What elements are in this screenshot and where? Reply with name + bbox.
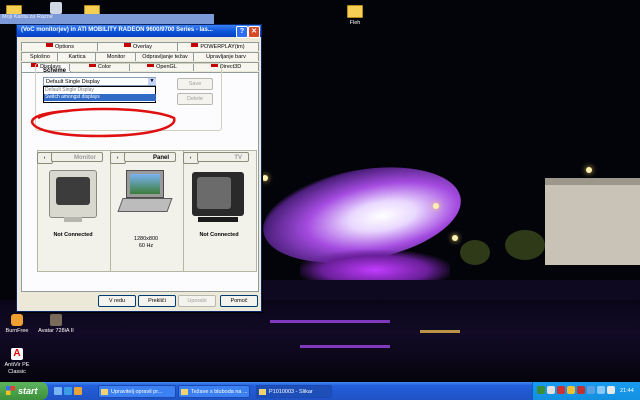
wallpaper-tree [460, 240, 490, 265]
tab-kartica[interactable]: Kartica [57, 52, 97, 61]
crt-monitor-icon [49, 170, 97, 222]
tray-ati-icon[interactable] [577, 386, 585, 394]
taskbar-task-manager[interactable]: Upravitelj opravil pr... [98, 385, 176, 398]
wallpaper-lamp [262, 175, 268, 181]
crt-screen [56, 177, 90, 205]
close-button[interactable]: ✕ [248, 26, 260, 38]
tab-powerplay[interactable]: POWERPLAY(tm) [177, 42, 259, 51]
delete-scheme-button[interactable]: Delete [177, 93, 213, 105]
tray-power-icon[interactable] [567, 386, 575, 394]
taskbar-paint[interactable]: P1010003 - Slikar [256, 385, 332, 398]
ati-icon [191, 43, 199, 47]
burnfree-icon [11, 314, 23, 326]
tv-screen [197, 177, 231, 209]
wallpaper-water [0, 300, 640, 382]
recycle-bin-icon [50, 2, 62, 14]
tv-base [198, 217, 238, 222]
ati-icon [46, 43, 54, 47]
tray-antivir-icon[interactable] [557, 386, 565, 394]
start-button[interactable]: start [0, 382, 48, 400]
monitor-device-button[interactable]: Monitor [51, 152, 103, 162]
windows-logo-icon [6, 386, 15, 395]
scheme-option-default[interactable]: Default Single Display [44, 87, 156, 93]
dialog-title: (VoC monitorjev) in ATI MOBILITY RADEON … [21, 27, 213, 33]
save-scheme-button[interactable]: Save [177, 78, 213, 90]
taskbar-clock[interactable]: 21:44 [620, 386, 634, 396]
background-window-title: Moji Kanta za Razne [2, 14, 53, 20]
tv-status: Not Connected [199, 232, 239, 238]
wallpaper-tree [505, 230, 545, 260]
wallpaper-lamp [452, 235, 458, 241]
desktop-icon-label: AntiVir PE Classic [4, 362, 30, 375]
tab-monitor[interactable]: Monitor [95, 52, 137, 61]
tray-network-icon[interactable] [537, 386, 545, 394]
tab-splosno[interactable]: Splošno [21, 52, 59, 61]
desktop-icon-label: BurnFree [5, 328, 29, 334]
help-button[interactable]: Pomoč [220, 295, 258, 307]
tray-volume-icon[interactable] [547, 386, 555, 394]
taskbar-browser[interactable]: Težave s bluboda na ... [178, 385, 250, 398]
laptop-icon [126, 170, 164, 198]
task-manager-icon [101, 389, 108, 395]
folder-icon [347, 5, 363, 18]
antivir-icon: A [11, 348, 23, 360]
ok-button[interactable]: V redu [98, 295, 136, 307]
crt-base [64, 217, 82, 222]
chevron-down-icon[interactable]: ▼ [148, 78, 156, 85]
wallpaper-lamp [586, 167, 592, 173]
desktop-icon-burnfree[interactable]: BurnFree [0, 314, 37, 335]
desktop-icon-label: Avatar 728iA II [38, 328, 74, 334]
tray-wireless-icon[interactable] [597, 386, 605, 394]
ati-icon [124, 43, 132, 47]
apply-button[interactable]: Uporabi [178, 295, 216, 307]
wallpaper-lamp [433, 203, 439, 209]
wallpaper-reflection [300, 345, 390, 348]
tv-icon [192, 172, 244, 216]
tab-troubleshoot[interactable]: Odpravljanje težav [135, 52, 195, 61]
tab-overlay[interactable]: Overlay [97, 42, 179, 51]
desktop-icon-label: Fleh [349, 20, 361, 26]
wallpaper-building [545, 185, 640, 265]
laptop-base [117, 198, 173, 212]
paint-icon [259, 389, 266, 395]
avatar-app-icon [50, 314, 62, 326]
help-title-button[interactable]: ? [236, 26, 248, 38]
scheme-select[interactable]: Default Single Display [43, 77, 156, 86]
panel-resolution-info: 1280x800 60 Hz [133, 236, 159, 249]
wallpaper-reflection [270, 320, 390, 323]
desktop-icon-antivir[interactable]: A AntiVir PE Classic [0, 348, 37, 376]
tv-device-button[interactable]: TV [197, 152, 249, 162]
cancel-button[interactable]: Prekliči [138, 295, 176, 307]
wallpaper-shore [250, 280, 640, 302]
tray-bluetooth-icon[interactable] [587, 386, 595, 394]
panel-device-button[interactable]: Panel [124, 152, 176, 162]
scheme-option-switch[interactable]: Switch amongst displays [44, 94, 156, 101]
scheme-label: Scheme [43, 68, 67, 74]
monitor-status: Not Connected [53, 232, 93, 238]
show-desktop-icon[interactable] [54, 387, 62, 395]
tray-safely-remove-icon[interactable] [607, 386, 615, 394]
browser-icon [181, 389, 188, 395]
dialog-titlebar[interactable]: (VoC monitorjev) in ATI MOBILITY RADEON … [17, 25, 261, 38]
media-player-icon[interactable] [74, 387, 82, 395]
laptop-screen [130, 174, 160, 194]
internet-explorer-icon[interactable] [64, 387, 72, 395]
desktop-icon-avatar[interactable]: Avatar 728iA II [36, 314, 76, 335]
wallpaper-reflection [420, 330, 460, 333]
tab-options[interactable]: Options [21, 42, 99, 51]
tab-color-management[interactable]: Upravljanje barv [193, 52, 259, 61]
desktop-icon-fleh[interactable]: Fleh [335, 2, 375, 27]
